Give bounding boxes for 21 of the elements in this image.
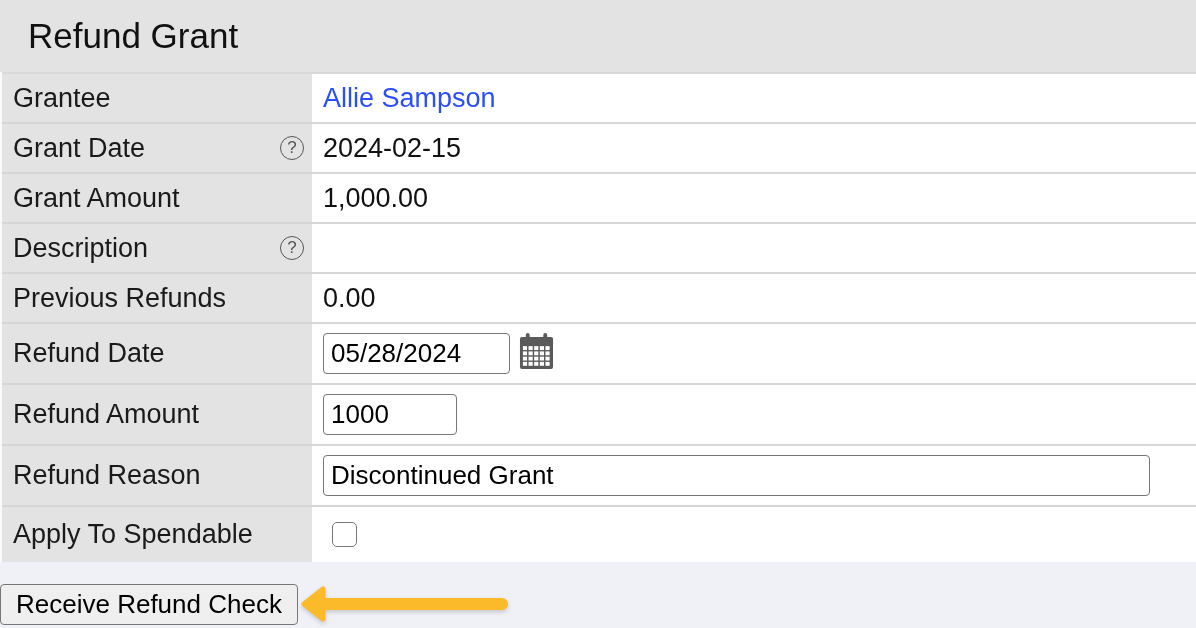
field-value: 0.00	[323, 282, 376, 314]
reason-field[interactable]: Discontinued Grant	[323, 455, 1150, 496]
date-field[interactable]: 05/28/2024	[323, 333, 510, 374]
field-label: Previous Refunds	[13, 282, 227, 314]
calendar-icon[interactable]	[519, 332, 554, 369]
field-label: Refund Date	[13, 338, 165, 369]
field-label: Grant Date	[13, 132, 146, 164]
grantee-link[interactable]: Allie Sampson	[323, 82, 496, 114]
field-value: 2024-02-15	[323, 132, 462, 164]
page-title: Refund Grant	[28, 16, 239, 56]
field-label: Description	[13, 232, 149, 264]
field-label: Apply To Spendable	[13, 519, 253, 550]
field-value: 1,000.00	[323, 182, 429, 214]
amount-field[interactable]: 1000	[323, 394, 457, 435]
field-label: Refund Reason	[13, 460, 201, 491]
checkbox[interactable]	[332, 522, 357, 547]
receive-check-button[interactable]: Receive Refund Check	[0, 584, 298, 625]
arrow-icon	[299, 584, 510, 624]
field-label: Grant Amount	[13, 182, 180, 214]
field-label: Grantee	[13, 82, 111, 114]
field-label: Refund Amount	[13, 399, 200, 430]
